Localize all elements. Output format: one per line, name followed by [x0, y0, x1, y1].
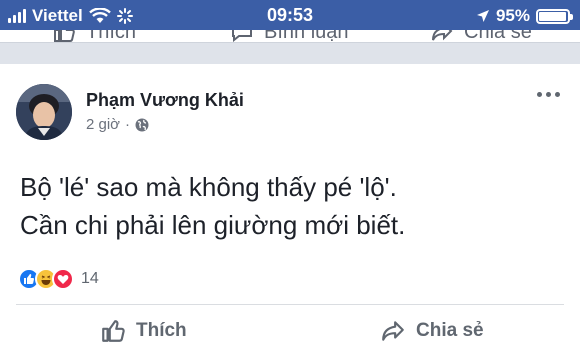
battery-icon	[536, 8, 573, 24]
share-label: Chia sẻ	[416, 320, 484, 341]
actions-divider	[16, 304, 564, 305]
share-icon	[382, 321, 404, 341]
status-right: 95%	[476, 6, 573, 26]
previous-share-button[interactable]: Chia sẻ	[430, 30, 532, 42]
more-dot-icon	[555, 92, 560, 97]
post-line: Bộ 'lé' sao mà không thấy pé 'lộ'.	[20, 172, 397, 202]
post-line: Cần chi phải lên giường mới biết.	[20, 210, 406, 240]
previous-like-button[interactable]: Thích	[52, 30, 136, 42]
more-options-button[interactable]	[537, 92, 560, 97]
avatar[interactable]	[16, 84, 72, 140]
thumbs-up-icon	[54, 30, 75, 42]
like-label: Thích	[136, 320, 187, 341]
thumbs-up-icon	[102, 320, 125, 342]
previous-comment-label: Bình luận	[264, 30, 349, 42]
globe-icon	[135, 118, 149, 131]
share-button[interactable]: Chia sẻ	[380, 318, 484, 344]
comment-icon	[232, 30, 252, 42]
like-button[interactable]: Thích	[100, 318, 187, 344]
previous-comment-button[interactable]: Bình luận	[230, 30, 349, 42]
post-author[interactable]: Phạm Vương Khải	[86, 90, 244, 111]
share-icon	[432, 30, 453, 41]
previous-like-label: Thích	[86, 30, 137, 42]
post-meta: 2 giờ ·	[86, 116, 149, 133]
post-text: Bộ 'lé' sao mà không thấy pé 'lộ'. Cần c…	[20, 168, 565, 244]
more-dot-icon	[537, 92, 542, 97]
location-arrow-icon	[476, 10, 489, 22]
avatar-image	[16, 84, 72, 140]
more-dot-icon	[546, 92, 551, 97]
reaction-summary[interactable]: 14	[18, 268, 99, 290]
status-bar: Viettel 09:53 95%	[0, 0, 580, 30]
post-time[interactable]: 2 giờ	[86, 116, 120, 133]
previous-share-label: Chia sẻ	[464, 30, 532, 42]
previous-post-actions: Thích Bình luận Chia sẻ	[0, 30, 580, 42]
reaction-count: 14	[81, 270, 99, 287]
battery-level	[539, 11, 566, 21]
meta-separator: ·	[125, 116, 131, 133]
battery-percent: 95%	[495, 6, 530, 25]
feed-divider	[0, 42, 580, 64]
love-reaction-icon	[52, 268, 74, 290]
